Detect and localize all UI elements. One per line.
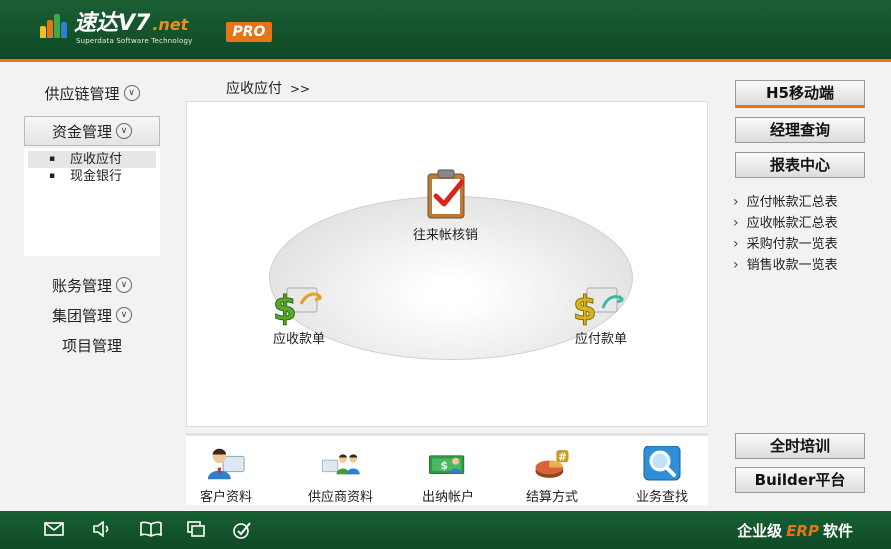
logo-subtitle: Superdata Software Technology (76, 37, 193, 45)
builder-platform-button[interactable]: Builder平台 (735, 467, 865, 493)
brand-pre: 企业级 (737, 522, 783, 540)
nav-group-label: 集团管理 (51, 306, 112, 325)
tool-supplier[interactable]: 供应商资料 (308, 446, 373, 505)
flow-node-reconcile[interactable]: 往来帐核销 (413, 166, 478, 243)
report-link-payable-summary[interactable]: 应付帐款汇总表 (733, 192, 838, 213)
tool-cashier-account[interactable]: $ 出纳帐户 (422, 446, 474, 505)
logo: 速达V7 .net Superdata Software Technology (40, 12, 192, 45)
nav-supply-chain[interactable]: 供应链管理 ∨ (24, 78, 160, 108)
quick-tools-bar: 客户资料 供应商资料 $ 出纳帐户 # 结算方式 业务查找 (186, 433, 708, 505)
brand-slogan: 企业级 ERP 软件 (737, 520, 853, 541)
flow-node-label: 应收款单 (272, 332, 325, 347)
tool-label: 业务查找 (636, 490, 689, 505)
sub-item-cash-bank[interactable]: 现金银行 (24, 168, 160, 185)
report-links: 应付帐款汇总表 应收帐款汇总表 采购付款一览表 销售收款一览表 (733, 192, 838, 276)
flow-node-label: 应付款单 (574, 332, 627, 347)
footer-bar: 企业级 ERP 软件 (0, 511, 891, 549)
settlement-pie-icon: # (535, 450, 569, 478)
nav-accounts[interactable]: 账务管理 ∨ (24, 270, 160, 300)
funds-subpanel: 应收应付 现金银行 (24, 148, 160, 256)
logo-net-text: .net (152, 15, 189, 34)
report-link-sales-receipt[interactable]: 销售收款一览表 (733, 255, 838, 276)
nav-group[interactable]: 集团管理 ∨ (24, 300, 160, 330)
supplier-icon (321, 454, 360, 475)
check-circle-icon[interactable] (232, 521, 252, 539)
windows-icon[interactable] (186, 521, 206, 539)
svg-text:$: $ (573, 289, 597, 326)
tool-label: 供应商资料 (308, 490, 374, 505)
h5-mobile-button[interactable]: H5移动端 (735, 80, 865, 108)
clipboard-check-icon (427, 169, 464, 219)
tool-customer[interactable]: 客户资料 (200, 446, 252, 505)
sub-item-label: 现金银行 (70, 169, 123, 184)
brand-post: 软件 (822, 522, 853, 540)
nav-project-label: 项目管理 (61, 336, 122, 355)
breadcrumb-arrows: >> (290, 82, 311, 96)
customer-icon (207, 448, 245, 480)
money-out-icon: $ (573, 287, 625, 326)
flow-node-label: 往来帐核销 (413, 228, 479, 243)
svg-text:#: # (558, 452, 567, 464)
pro-badge: PRO (226, 22, 272, 42)
svg-text:$: $ (273, 289, 297, 326)
search-icon (643, 446, 681, 481)
nav-accounts-label: 账务管理 (51, 276, 112, 295)
nav-funds[interactable]: 资金管理 ∨ (24, 116, 160, 146)
flow-canvas: 往来帐核销 $ 应收款单 $ 应付款单 (186, 101, 708, 427)
training-button[interactable]: 全时培训 (735, 433, 865, 459)
mail-icon[interactable] (44, 521, 64, 539)
tool-business-search[interactable]: 业务查找 (636, 446, 688, 505)
svg-text:$: $ (440, 459, 448, 472)
flow-node-payable[interactable]: $ 应付款单 (573, 282, 629, 347)
breadcrumb: 应收应付 >> (226, 78, 310, 98)
flow-node-receivable[interactable]: $ 应收款单 (271, 282, 327, 347)
book-icon[interactable] (140, 521, 162, 539)
speaker-icon[interactable] (92, 520, 112, 539)
nav-supply-chain-label: 供应链管理 (44, 84, 120, 103)
money-in-icon: $ (273, 287, 323, 326)
sub-item-label: 应收应付 (70, 152, 123, 167)
tool-label: 结算方式 (526, 490, 579, 505)
manager-query-button[interactable]: 经理查询 (735, 117, 865, 143)
report-center-button[interactable]: 报表中心 (735, 152, 865, 178)
logo-main-text: 速达V7 (74, 11, 151, 36)
report-link-receivable-summary[interactable]: 应收帐款汇总表 (733, 213, 838, 234)
cash-account-icon: $ (429, 455, 465, 475)
chevron-down-icon: ∨ (116, 123, 132, 139)
left-nav: 供应链管理∨ 资金管理∨ 应收应付 现金银行 账务管理∨ 集团管理∨ 项目管理 (24, 78, 160, 360)
nav-funds-label: 资金管理 (51, 122, 112, 141)
chevron-down-icon: ∨ (123, 85, 140, 101)
tool-settlement-method[interactable]: # 结算方式 (526, 446, 578, 505)
header-bar: 速达V7 .net Superdata Software Technology P… (0, 0, 891, 62)
tool-label: 客户资料 (200, 490, 253, 505)
nav-project[interactable]: 项目管理 (24, 330, 160, 360)
chevron-down-icon: ∨ (116, 277, 132, 293)
chevron-down-icon: ∨ (116, 307, 132, 323)
brand-erp: ERP (786, 522, 819, 540)
sub-item-receivable-payable[interactable]: 应收应付 (28, 151, 156, 168)
report-link-purchase-payment[interactable]: 采购付款一览表 (733, 234, 838, 255)
tool-label: 出纳帐户 (422, 490, 475, 505)
logo-mark-icon (40, 12, 70, 38)
page-title: 应收应付 (226, 81, 282, 97)
